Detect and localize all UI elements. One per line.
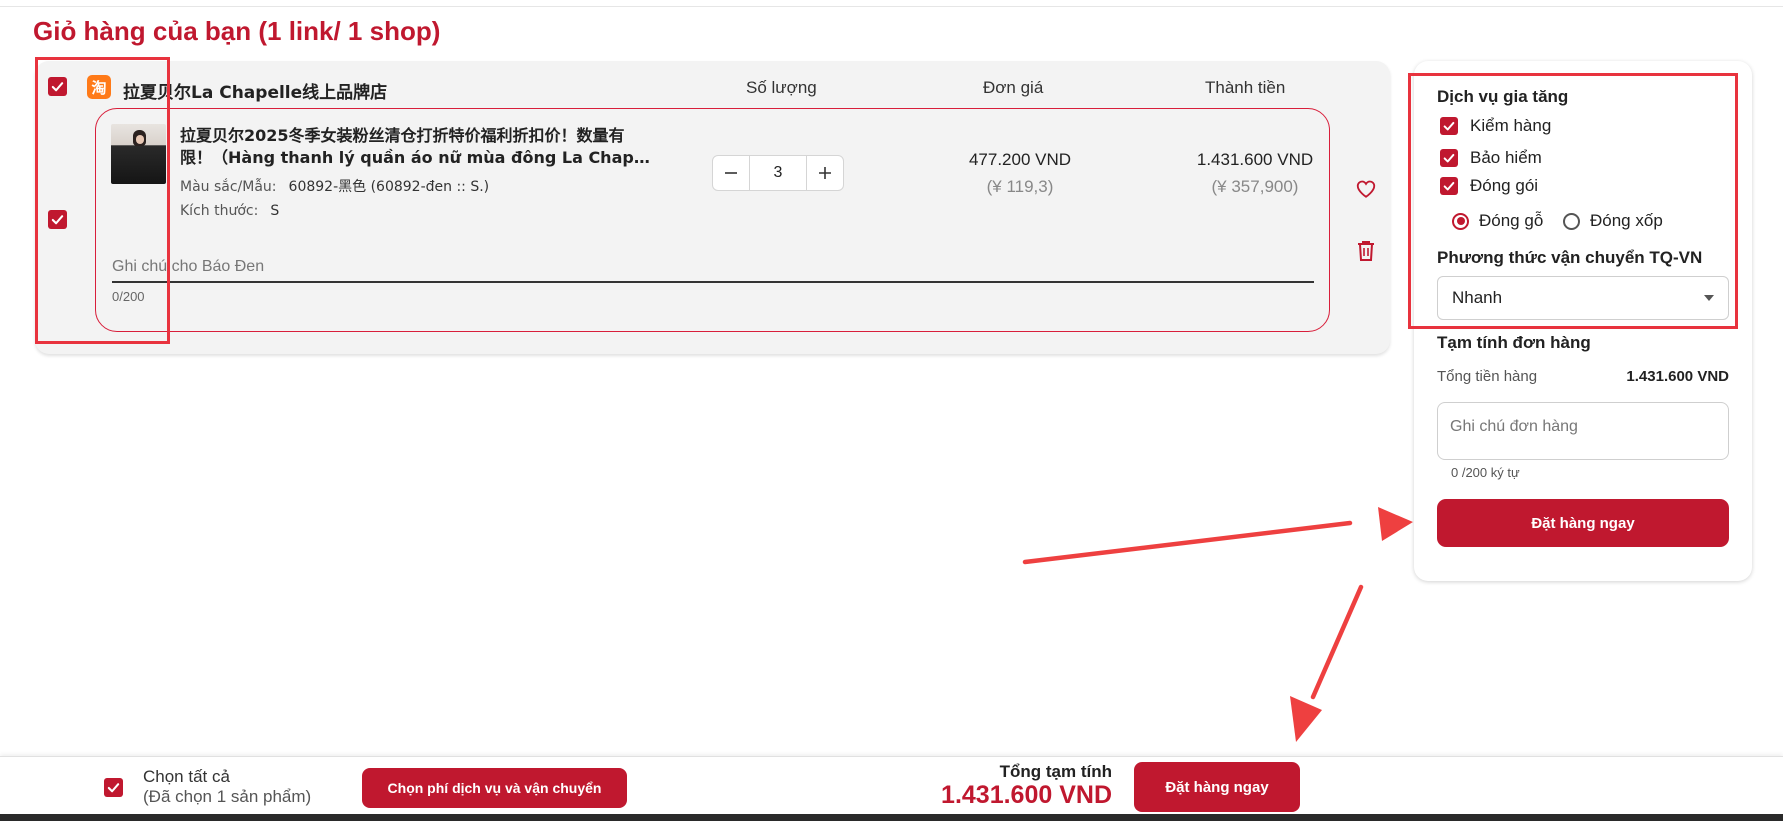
line-total-cny: (¥ 357,900) — [1211, 177, 1299, 196]
order-note-input[interactable]: Ghi chú đơn hàng — [1437, 402, 1729, 460]
check-icon — [107, 783, 120, 793]
place-order-button[interactable]: Đặt hàng ngay — [1437, 499, 1729, 547]
quantity-increase-button[interactable] — [807, 156, 843, 190]
select-all-label: Chọn tất cả — [143, 767, 230, 786]
minus-icon — [725, 172, 737, 174]
bottom-place-order-button[interactable]: Đặt hàng ngay — [1134, 762, 1300, 812]
product-size-attr: Kích thước: S — [180, 203, 279, 219]
annotation-arrow-to-bottom-button — [1290, 584, 1364, 742]
item-note-underline — [112, 281, 1314, 283]
top-divider — [0, 0, 1783, 7]
unit-price-vnd: 477.200 VND — [968, 150, 1072, 169]
total-label: Tổng tạm tính — [999, 762, 1112, 781]
subtotal-label: Tổng tiền hàng — [1437, 368, 1538, 385]
order-note-counter: 0 /200 ký tự — [1451, 465, 1520, 480]
taskbar-strip — [0, 814, 1783, 821]
page-title: Giỏ hàng của bạn (1 link/ 1 shop) — [33, 16, 441, 46]
unit-price-cny: (¥ 119,3) — [986, 177, 1054, 196]
column-header-total: Thành tiền — [1205, 78, 1286, 97]
annotation-arrow-to-order-button — [1022, 507, 1413, 565]
column-header-quantity: Số lượng — [746, 78, 817, 97]
product-name-line2: 限！（Hàng thanh lý quần áo nữ mùa đông La … — [180, 148, 655, 167]
heart-icon[interactable] — [1355, 178, 1377, 200]
plus-icon — [819, 167, 831, 179]
trash-icon[interactable] — [1357, 240, 1375, 262]
quantity-stepper: 3 — [712, 155, 844, 191]
size-value: S — [270, 203, 280, 219]
size-label: Kích thước: — [180, 203, 259, 219]
subtotal-value: 1.431.600 VND — [1626, 368, 1729, 385]
quantity-input[interactable]: 3 — [749, 156, 807, 190]
product-color-attr: Màu sắc/Mẫu: 60892-黑色 (60892-đen :: S.) — [180, 176, 489, 196]
product-name[interactable]: 拉夏贝尔2025冬季女装粉丝清仓打折特价福利折扣价！数量有 限！（Hàng th… — [180, 125, 655, 169]
select-all-checkbox[interactable] — [104, 778, 123, 797]
color-value: 60892-黑色 (60892-đen :: S.) — [288, 179, 490, 195]
column-header-unit-price: Đơn giá — [983, 78, 1044, 97]
color-label: Màu sắc/Mẫu: — [180, 179, 277, 195]
order-summary-title: Tạm tính đơn hàng — [1437, 333, 1591, 352]
subtotal-row: Tổng tiền hàng 1.431.600 VND — [1437, 368, 1729, 385]
annotation-box-services — [1408, 73, 1738, 329]
choose-service-fee-button[interactable]: Chọn phí dịch vụ và vận chuyển — [362, 768, 627, 808]
line-total-vnd: 1.431.600 VND — [1196, 150, 1314, 169]
total-value: 1.431.600 VND — [941, 781, 1112, 809]
product-name-line1: 拉夏贝尔2025冬季女装粉丝清仓打折特价福利折扣价！数量有 — [180, 126, 625, 145]
quantity-decrease-button[interactable] — [713, 156, 749, 190]
selected-count-label: (Đã chọn 1 sản phẩm) — [143, 787, 312, 806]
annotation-box-checkboxes — [35, 57, 170, 344]
